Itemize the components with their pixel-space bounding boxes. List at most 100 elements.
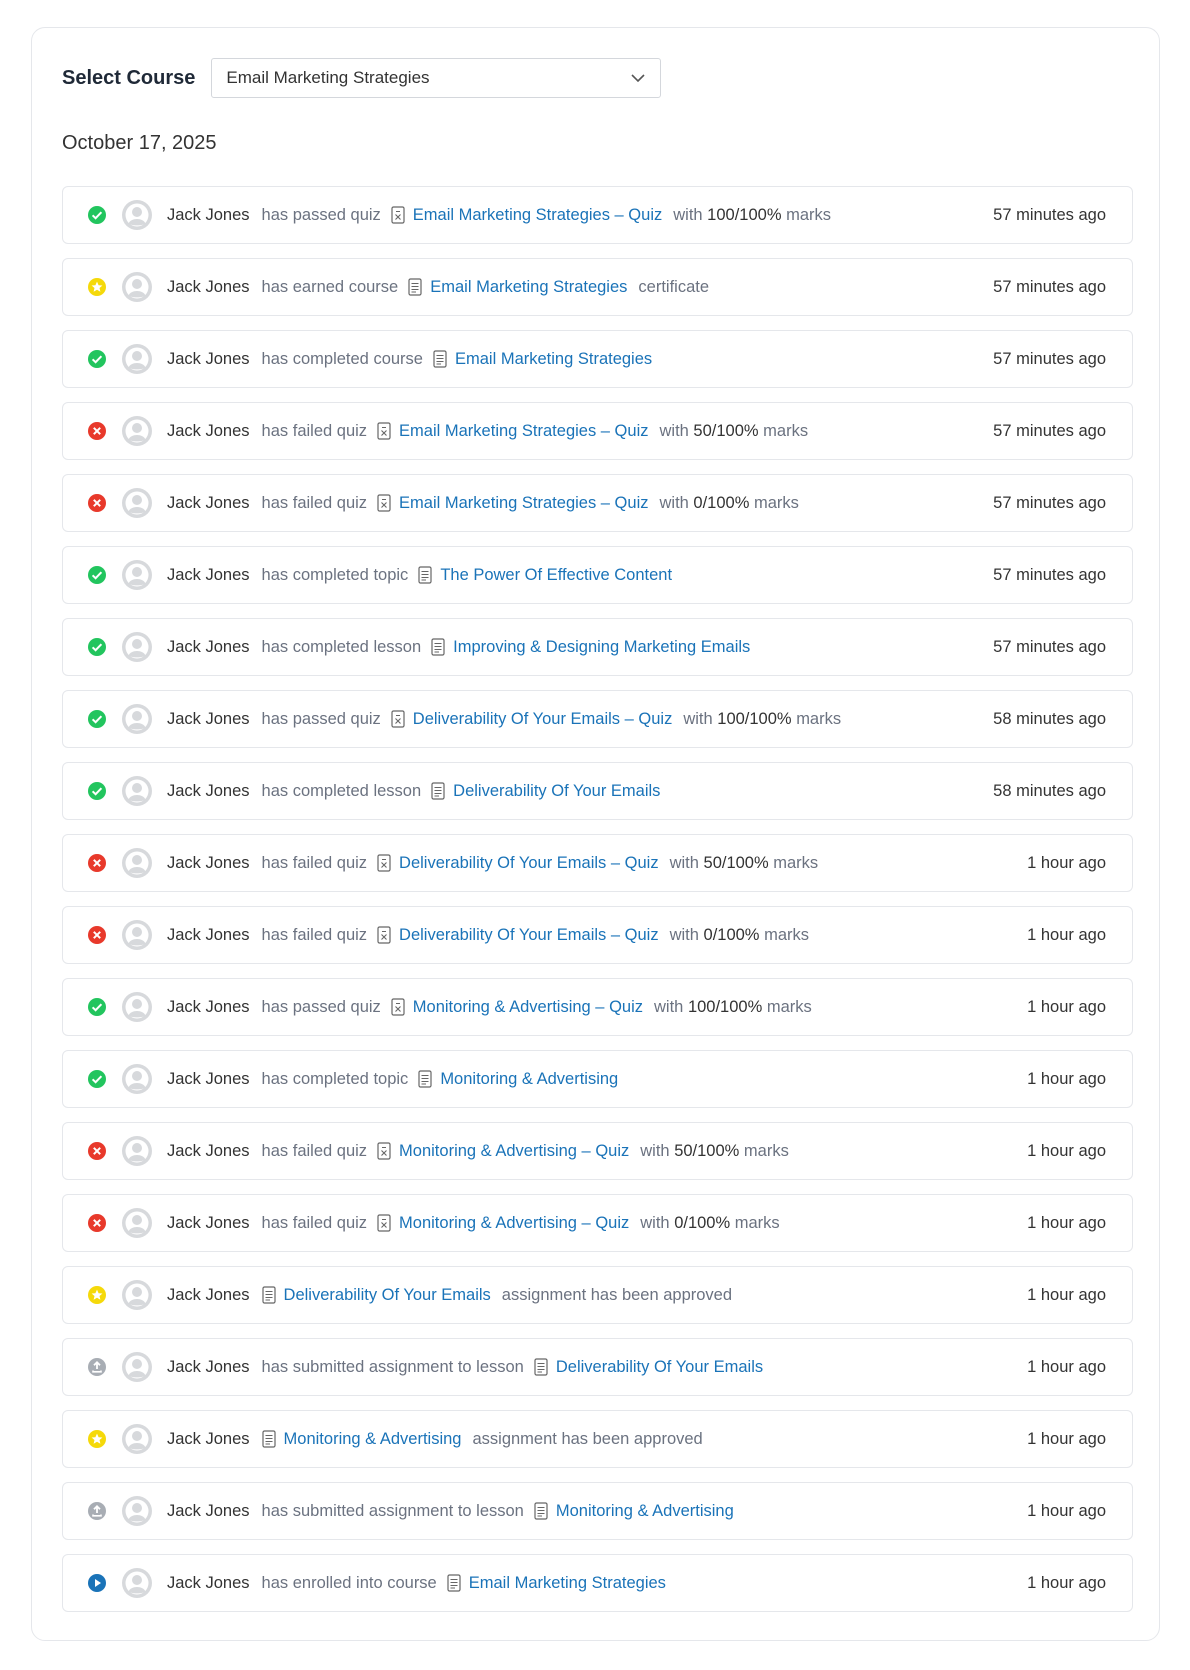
activity-target-link[interactable]: Deliverability Of Your Emails: [556, 1358, 763, 1377]
activity-target-link[interactable]: Monitoring & Advertising – Quiz: [413, 998, 643, 1017]
activity-target-link[interactable]: Monitoring & Advertising: [440, 1070, 618, 1089]
activity-target-link[interactable]: Deliverability Of Your Emails: [453, 782, 660, 801]
activity-row: Jack Jones has enrolled into course Email …: [62, 1554, 1133, 1612]
activity-action: has failed quiz: [261, 493, 368, 512]
quiz-icon: [377, 854, 391, 872]
activity-action: has passed quiz: [261, 205, 381, 224]
marks-value: 0/100%: [703, 925, 760, 944]
avatar: [121, 1207, 153, 1239]
check-circle-icon: [87, 565, 107, 585]
document-icon: [534, 1358, 548, 1376]
check-circle-icon: [87, 709, 107, 729]
document-icon: [431, 638, 445, 656]
user-name[interactable]: Jack Jones: [167, 854, 250, 873]
activity-row: Jack Jones has failed quiz Monitoring & Ad…: [62, 1194, 1133, 1252]
activity-time: 1 hour ago: [1027, 853, 1106, 872]
user-name[interactable]: Jack Jones: [167, 710, 250, 729]
document-icon: [433, 350, 447, 368]
avatar: [121, 631, 153, 663]
document-icon: [431, 782, 445, 800]
marks-value: 50/100%: [703, 853, 769, 872]
user-name[interactable]: Jack Jones: [167, 422, 250, 441]
with-label: with: [673, 205, 703, 224]
user-name[interactable]: Jack Jones: [167, 350, 250, 369]
activity-target-link[interactable]: Deliverability Of Your Emails – Quiz: [399, 854, 659, 873]
marks-label: marks: [764, 925, 809, 944]
user-name[interactable]: Jack Jones: [167, 926, 250, 945]
user-name[interactable]: Jack Jones: [167, 1214, 250, 1233]
activity-row: Jack Jones Deliverability Of Your Emails a…: [62, 1266, 1133, 1324]
user-name[interactable]: Jack Jones: [167, 782, 250, 801]
x-circle-icon: [87, 925, 107, 945]
user-name[interactable]: Jack Jones: [167, 638, 250, 657]
activity-target-link[interactable]: Improving & Designing Marketing Emails: [453, 638, 750, 657]
activity-action: has failed quiz: [261, 925, 368, 944]
activity-time: 57 minutes ago: [993, 277, 1106, 296]
check-circle-icon: [87, 349, 107, 369]
marks-label: marks: [743, 1141, 789, 1160]
activity-action: has passed quiz: [261, 997, 381, 1016]
activity-suffix: certificate: [638, 277, 710, 296]
user-name[interactable]: Jack Jones: [167, 1286, 250, 1305]
document-icon: [408, 278, 422, 296]
avatar: [121, 415, 153, 447]
activity-row: Jack Jones has completed topic Monitoring …: [62, 1050, 1133, 1108]
marks-label: marks: [796, 709, 842, 728]
user-name[interactable]: Jack Jones: [167, 566, 250, 585]
user-name[interactable]: Jack Jones: [167, 1430, 250, 1449]
quiz-icon: [391, 710, 405, 728]
activity-row: Jack Jones has failed quiz Monitoring & Ad…: [62, 1122, 1133, 1180]
user-name[interactable]: Jack Jones: [167, 1070, 250, 1089]
activity-target-link[interactable]: Monitoring & Advertising – Quiz: [399, 1142, 629, 1161]
marks-label: marks: [753, 493, 799, 512]
activity-row: Jack Jones has failed quiz Email Marketing…: [62, 474, 1133, 532]
marks-label: marks: [763, 421, 809, 440]
avatar: [121, 199, 153, 231]
activity-target-link[interactable]: Monitoring & Advertising – Quiz: [399, 1214, 629, 1233]
course-select-dropdown[interactable]: Email Marketing Strategies: [211, 58, 662, 98]
user-name[interactable]: Jack Jones: [167, 1142, 250, 1161]
activity-time: 1 hour ago: [1027, 1213, 1106, 1232]
marks-value: 50/100%: [674, 1141, 740, 1160]
activity-target-link[interactable]: The Power Of Effective Content: [440, 566, 672, 585]
select-course-label: Select Course: [62, 66, 196, 89]
user-name[interactable]: Jack Jones: [167, 1358, 250, 1377]
user-name[interactable]: Jack Jones: [167, 278, 250, 297]
activity-time: 1 hour ago: [1027, 997, 1106, 1016]
avatar: [121, 271, 153, 303]
activity-action: has failed quiz: [261, 853, 368, 872]
user-name[interactable]: Jack Jones: [167, 206, 250, 225]
marks-value: 0/100%: [674, 1213, 731, 1232]
activity-action: has completed course: [261, 349, 423, 368]
activity-target-link[interactable]: Email Marketing Strategies: [430, 278, 627, 297]
user-name[interactable]: Jack Jones: [167, 998, 250, 1017]
activity-target-link[interactable]: Email Marketing Strategies – Quiz: [399, 494, 648, 513]
activity-target-link[interactable]: Deliverability Of Your Emails – Quiz: [399, 926, 659, 945]
activity-target-link[interactable]: Deliverability Of Your Emails: [284, 1286, 491, 1305]
activity-target-link[interactable]: Email Marketing Strategies: [455, 350, 652, 369]
activity-target-link[interactable]: Email Marketing Strategies – Quiz: [413, 206, 662, 225]
quiz-icon: [391, 998, 405, 1016]
quiz-icon: [377, 1142, 391, 1160]
activity-target-link[interactable]: Email Marketing Strategies – Quiz: [399, 422, 648, 441]
activity-target-link[interactable]: Monitoring & Advertising: [556, 1502, 734, 1521]
user-name[interactable]: Jack Jones: [167, 1502, 250, 1521]
marks-label: marks: [773, 853, 819, 872]
with-label: with: [669, 853, 699, 872]
activity-target-link[interactable]: Deliverability Of Your Emails – Quiz: [413, 710, 673, 729]
activity-row: Jack Jones has completed topic The Power O…: [62, 546, 1133, 604]
activity-action: has earned course: [261, 277, 399, 296]
star-circle-icon: [87, 277, 107, 297]
avatar: [121, 487, 153, 519]
user-name[interactable]: Jack Jones: [167, 1574, 250, 1593]
avatar: [121, 703, 153, 735]
activity-action: has completed topic: [261, 565, 409, 584]
check-circle-icon: [87, 781, 107, 801]
activity-row: Jack Jones has submitted assignment to le…: [62, 1338, 1133, 1396]
quiz-icon: [377, 1214, 391, 1232]
activity-action: has failed quiz: [261, 421, 368, 440]
activity-target-link[interactable]: Email Marketing Strategies: [469, 1574, 666, 1593]
user-name[interactable]: Jack Jones: [167, 494, 250, 513]
activity-target-link[interactable]: Monitoring & Advertising: [284, 1430, 462, 1449]
avatar: [121, 343, 153, 375]
